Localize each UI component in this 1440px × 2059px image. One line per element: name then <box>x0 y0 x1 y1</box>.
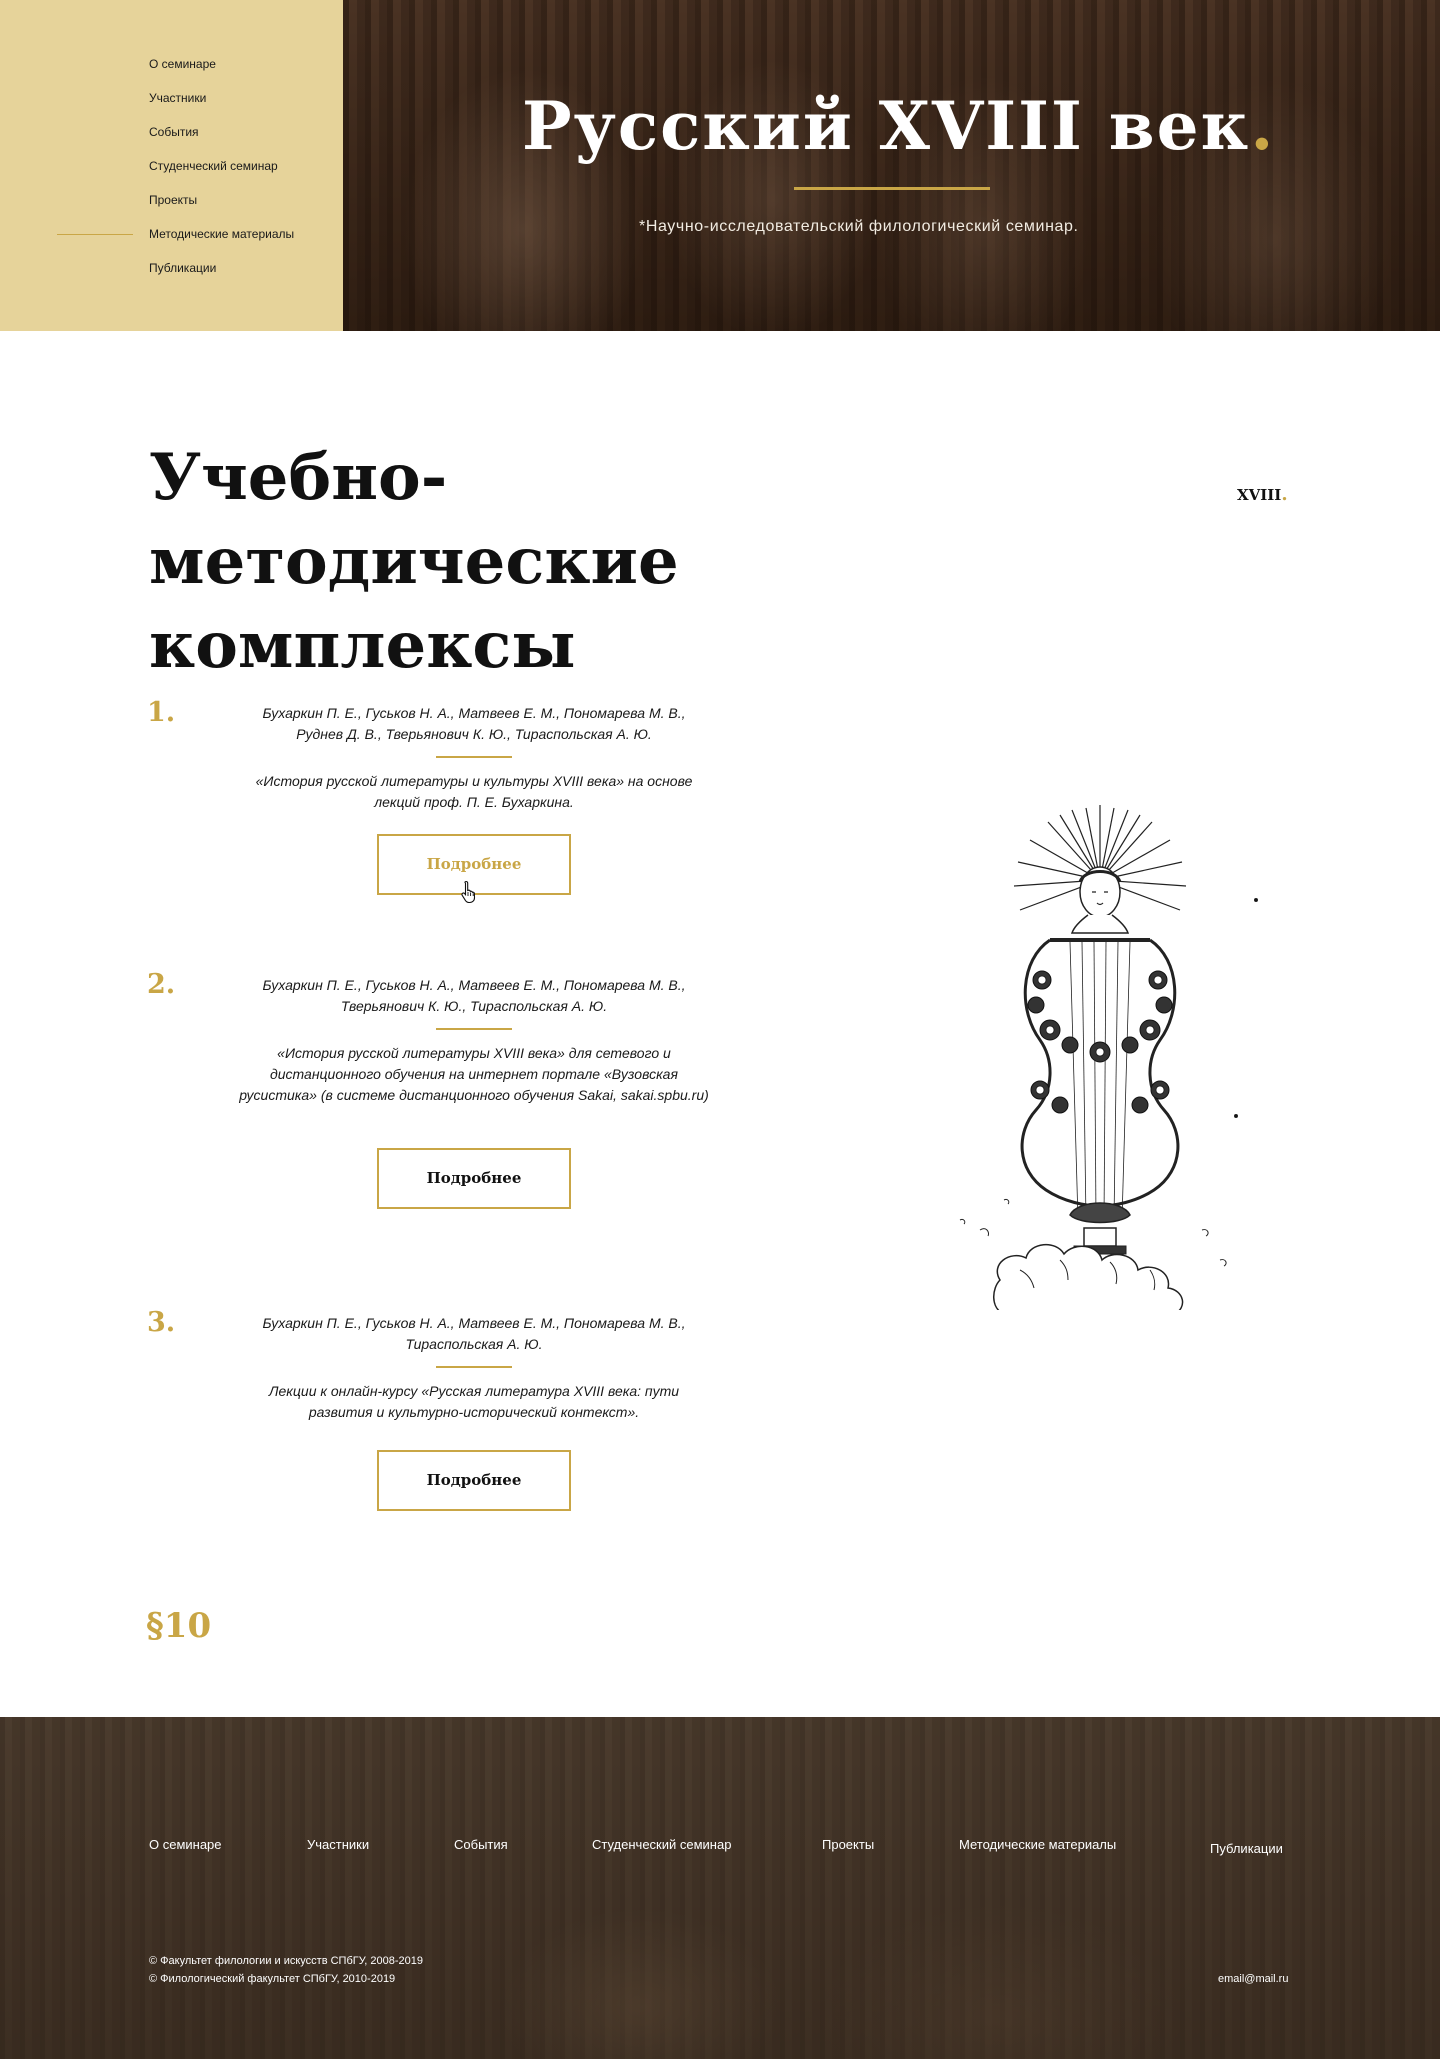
page-title: Учебно-методические комплексы <box>149 440 679 683</box>
item-number: 1. <box>147 697 176 728</box>
footer-item-about[interactable]: О семинаре <box>149 1837 222 1852</box>
footer-item-methodical-materials[interactable]: Методические материалы <box>959 1837 1116 1852</box>
footer-item-events[interactable]: События <box>454 1837 508 1852</box>
item-description: «История русской литературы и культуры X… <box>255 773 693 810</box>
site-title-text: Русский XVIII век <box>522 87 1251 165</box>
footer-item-projects[interactable]: Проекты <box>822 1837 874 1852</box>
site-header: О семинаре Участники События Студенчески… <box>0 0 1440 331</box>
details-button-3[interactable]: Подробнее <box>377 1450 571 1511</box>
footer-item-participants[interactable]: Участники <box>307 1837 369 1852</box>
section-number: §10 <box>146 1606 212 1646</box>
sidebar-item-publications[interactable]: Публикации <box>149 260 294 294</box>
century-mark-dot: . <box>1281 484 1288 505</box>
site-footer: О семинаре Участники События Студенчески… <box>0 1717 1440 2059</box>
item-description: «История русской литературы XVIII века» … <box>239 1045 709 1103</box>
item-authors: Бухаркин П. Е., Гуськов Н. А., Матвеев Е… <box>262 705 686 742</box>
item-text: Бухаркин П. Е., Гуськов Н. А., Матвеев Е… <box>239 975 709 1106</box>
century-mark: XVIII. <box>1237 484 1288 505</box>
site-title: Русский XVIII век. <box>522 86 1275 166</box>
item-separator <box>436 1366 512 1368</box>
item-text: Бухаркин П. Е., Гуськов Н. А., Матвеев Е… <box>239 1313 709 1423</box>
site-subtitle: *Научно-исследовательский филологический… <box>639 218 1079 235</box>
item-number: 3. <box>147 1307 176 1338</box>
footer-item-publications[interactable]: Публикации <box>1210 1841 1283 1856</box>
lyre-illustration-icon <box>959 805 1258 1310</box>
item-authors: Бухаркин П. Е., Гуськов Н. А., Матвеев Е… <box>262 977 686 1014</box>
sidebar-item-methodical-materials[interactable]: Методические материалы <box>56 226 294 260</box>
sidebar-item-projects[interactable]: Проекты <box>149 192 294 226</box>
sidebar: О семинаре Участники События Студенчески… <box>0 0 343 331</box>
item-authors: Бухаркин П. Е., Гуськов Н. А., Матвеев Е… <box>262 1315 686 1352</box>
hand-pointer-cursor-icon <box>461 880 476 904</box>
sidebar-item-about[interactable]: О семинаре <box>149 56 294 90</box>
item-number: 2. <box>147 969 176 1000</box>
hero-banner: Русский XVIII век. *Научно-исследователь… <box>343 0 1440 331</box>
title-underline <box>794 187 990 190</box>
footer-item-student-seminar[interactable]: Студенческий семинар <box>592 1837 731 1852</box>
sidebar-item-participants[interactable]: Участники <box>149 90 294 124</box>
sidebar-nav: О семинаре Участники События Студенчески… <box>56 56 294 294</box>
copyright-line-2: © Филологический факультет СПбГУ, 2010-2… <box>149 1973 396 1985</box>
footer-email-link[interactable]: email@mail.ru <box>1218 1973 1288 1985</box>
sidebar-item-student-seminar[interactable]: Студенческий семинар <box>149 158 294 192</box>
century-mark-text: XVIII <box>1237 486 1282 504</box>
site-title-dot: . <box>1250 87 1276 165</box>
copyright-line-1: © Факультет филологии и искусств СПбГУ, … <box>149 1955 423 1967</box>
item-text: Бухаркин П. Е., Гуськов Н. А., Матвеев Е… <box>239 703 709 813</box>
footer-photo-overlay <box>0 1717 1440 2059</box>
item-separator <box>436 1028 512 1030</box>
sidebar-item-events[interactable]: События <box>149 124 294 158</box>
details-button-2[interactable]: Подробнее <box>377 1148 571 1209</box>
item-description: Лекции к онлайн-курсу «Русская литератур… <box>268 1383 680 1420</box>
item-separator <box>436 756 512 758</box>
